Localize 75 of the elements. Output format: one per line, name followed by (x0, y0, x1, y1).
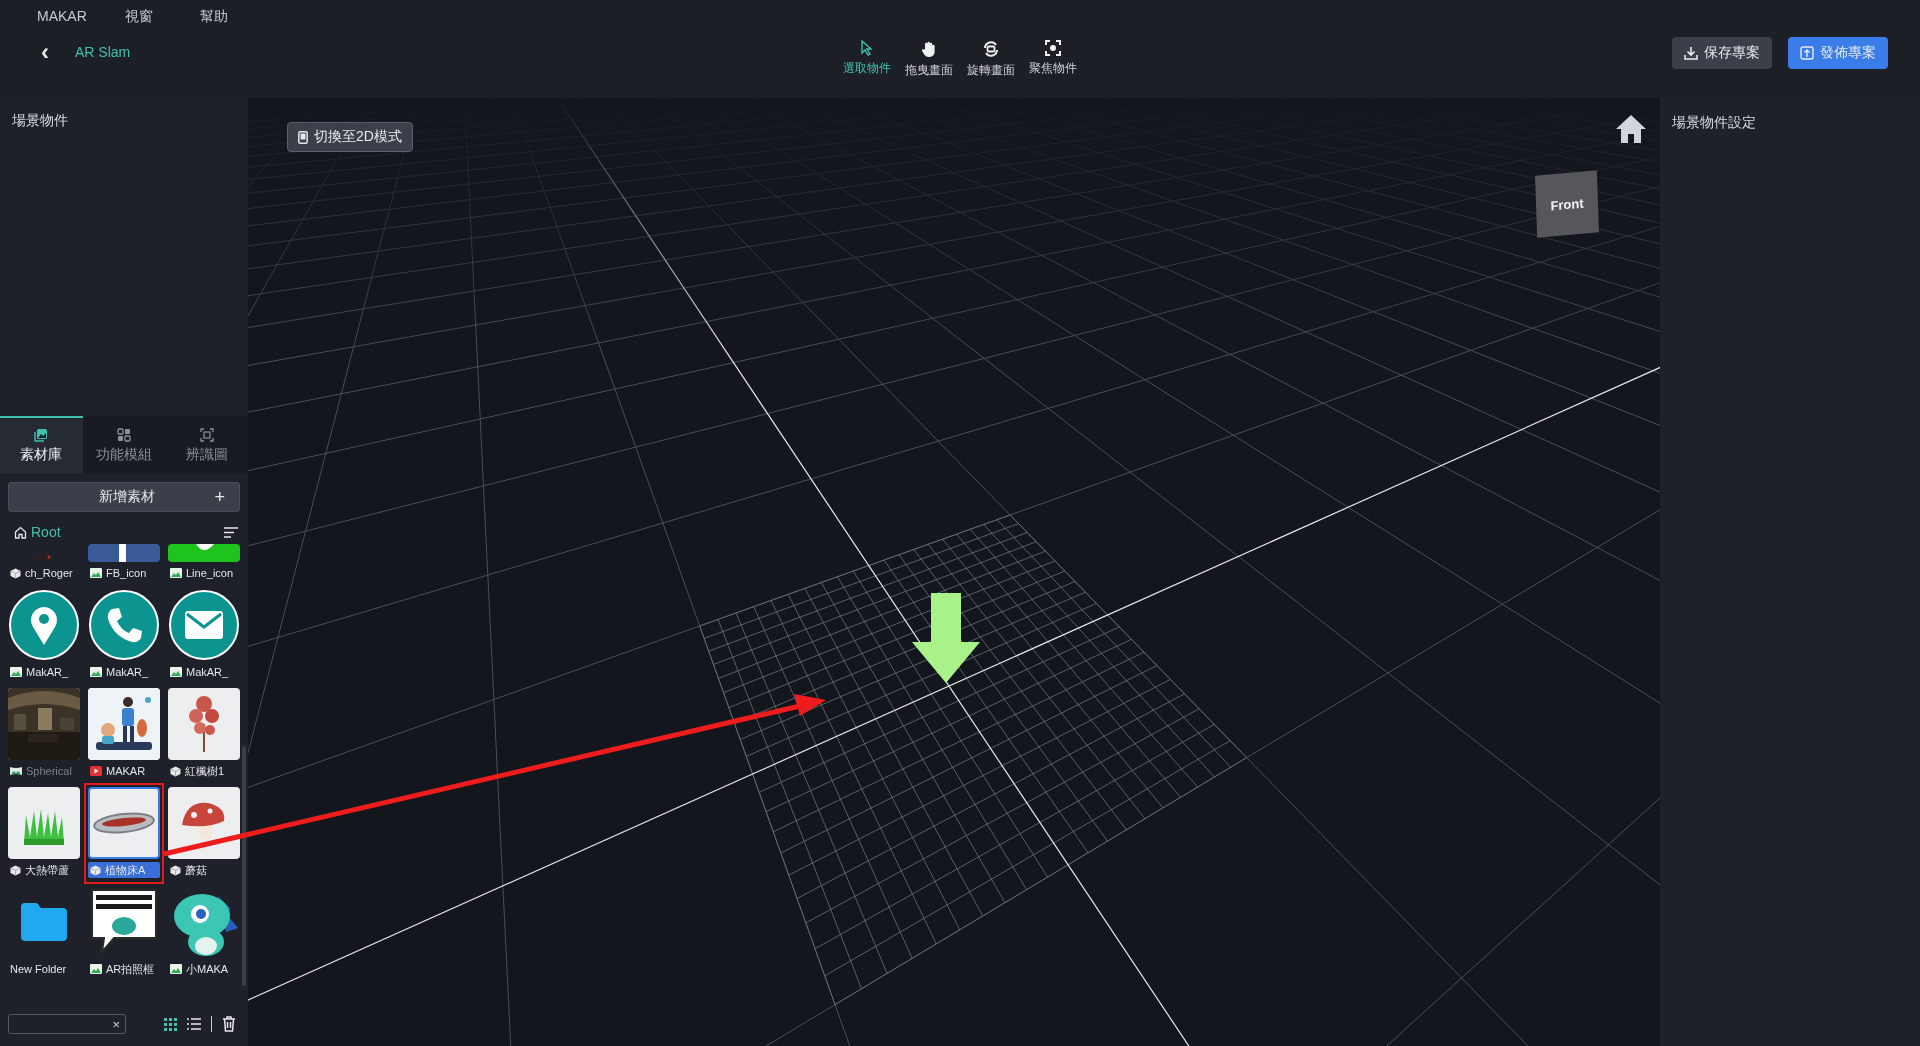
panel-title: 場景物件 (11, 111, 69, 130)
rotate-icon (982, 40, 1000, 58)
root-folder-link[interactable]: Root (14, 524, 61, 540)
trash-icon[interactable] (222, 1016, 236, 1032)
back-button[interactable]: ‹ (41, 40, 49, 64)
asset-name[interactable]: ch_Roger (8, 565, 80, 581)
asset-name[interactable]: 小MAKA (168, 961, 240, 977)
asset-name[interactable]: Line_icon (168, 565, 240, 581)
cube-icon (10, 864, 21, 876)
tablet-icon (298, 130, 308, 144)
home-icon[interactable] (1614, 112, 1648, 146)
home-icon (14, 525, 27, 539)
project-title: AR Slam (75, 44, 131, 60)
cube-icon (170, 765, 181, 777)
mode-switch-button[interactable]: 切換至2D模式 (287, 122, 413, 152)
list-view-icon[interactable] (187, 1018, 201, 1030)
panel-tab[interactable]: 功能模組 (82, 416, 166, 474)
gallery-icon (34, 428, 49, 442)
image-icon (170, 964, 182, 974)
tool-button[interactable]: 拖曳畫面 (901, 40, 957, 79)
panel-title: 場景物件設定 (1671, 113, 1757, 132)
pointer-icon (860, 40, 874, 56)
asset-name[interactable]: AR拍照框 (88, 961, 160, 977)
tool-button[interactable]: 旋轉畫面 (963, 40, 1019, 79)
scan-icon (199, 428, 214, 442)
asset-name[interactable]: New Folder (8, 961, 80, 977)
image-icon (10, 667, 22, 677)
asset-name[interactable]: MakAR_ (168, 664, 240, 680)
image-icon (170, 568, 182, 578)
sort-icon[interactable] (224, 526, 238, 538)
planter-bed-drawing (92, 810, 156, 836)
search-field[interactable]: × (8, 1014, 126, 1034)
image-icon (90, 964, 102, 974)
upload-icon (1800, 46, 1814, 60)
asset-name[interactable]: 紅楓樹1 (168, 763, 240, 779)
cube-icon (10, 567, 21, 579)
cube-icon (170, 864, 181, 876)
image-icon (90, 568, 102, 578)
view-cube[interactable]: Front (1535, 170, 1599, 238)
panorama-icon (10, 766, 22, 776)
asset-name[interactable]: MakAR_ (88, 664, 160, 680)
modules-icon (117, 428, 131, 442)
clear-button[interactable]: × (112, 1016, 120, 1032)
video-icon (90, 766, 102, 776)
asset-name[interactable]: 大熱帶蘆 (8, 862, 80, 878)
image-icon (90, 667, 102, 677)
menu-item[interactable]: 幫助 (200, 8, 260, 26)
tool-button[interactable]: 選取物件 (839, 40, 895, 79)
asset-name[interactable]: 植物床A (88, 862, 160, 878)
plus-icon: + (214, 486, 225, 508)
asset-name[interactable]: MakAR_ (8, 664, 80, 680)
asset-name[interactable]: MAKAR (88, 763, 160, 779)
mail-icon (168, 589, 240, 661)
asset-name[interactable]: FB_icon (88, 565, 160, 581)
save-button[interactable]: 保存專案 (1672, 37, 1772, 69)
folder-icon (21, 903, 67, 941)
chat-logo (168, 544, 240, 562)
cube-icon (90, 864, 101, 876)
asset-name[interactable]: Spherical (8, 763, 80, 779)
panel-tab[interactable]: 辨識圖 (165, 416, 248, 474)
hand-icon (921, 40, 937, 58)
focus-icon (1045, 40, 1061, 56)
download-icon (1684, 46, 1698, 60)
menu-item[interactable]: MAKAR (37, 8, 125, 26)
facebook-logo (88, 544, 160, 562)
location-pin-icon (8, 589, 80, 661)
phone-icon (88, 589, 160, 661)
image-icon (170, 667, 182, 677)
add-asset-button[interactable]: 新增素材 + (8, 482, 240, 512)
figure-drawing (34, 554, 54, 562)
menu-item[interactable]: 視窗 (125, 8, 200, 26)
panel-tab[interactable]: 素材庫 (0, 416, 83, 474)
grid-view-icon[interactable] (164, 1017, 177, 1031)
tool-button[interactable]: 聚焦物件 (1025, 40, 1081, 79)
asset-name[interactable]: 蘑菇 (168, 862, 240, 878)
